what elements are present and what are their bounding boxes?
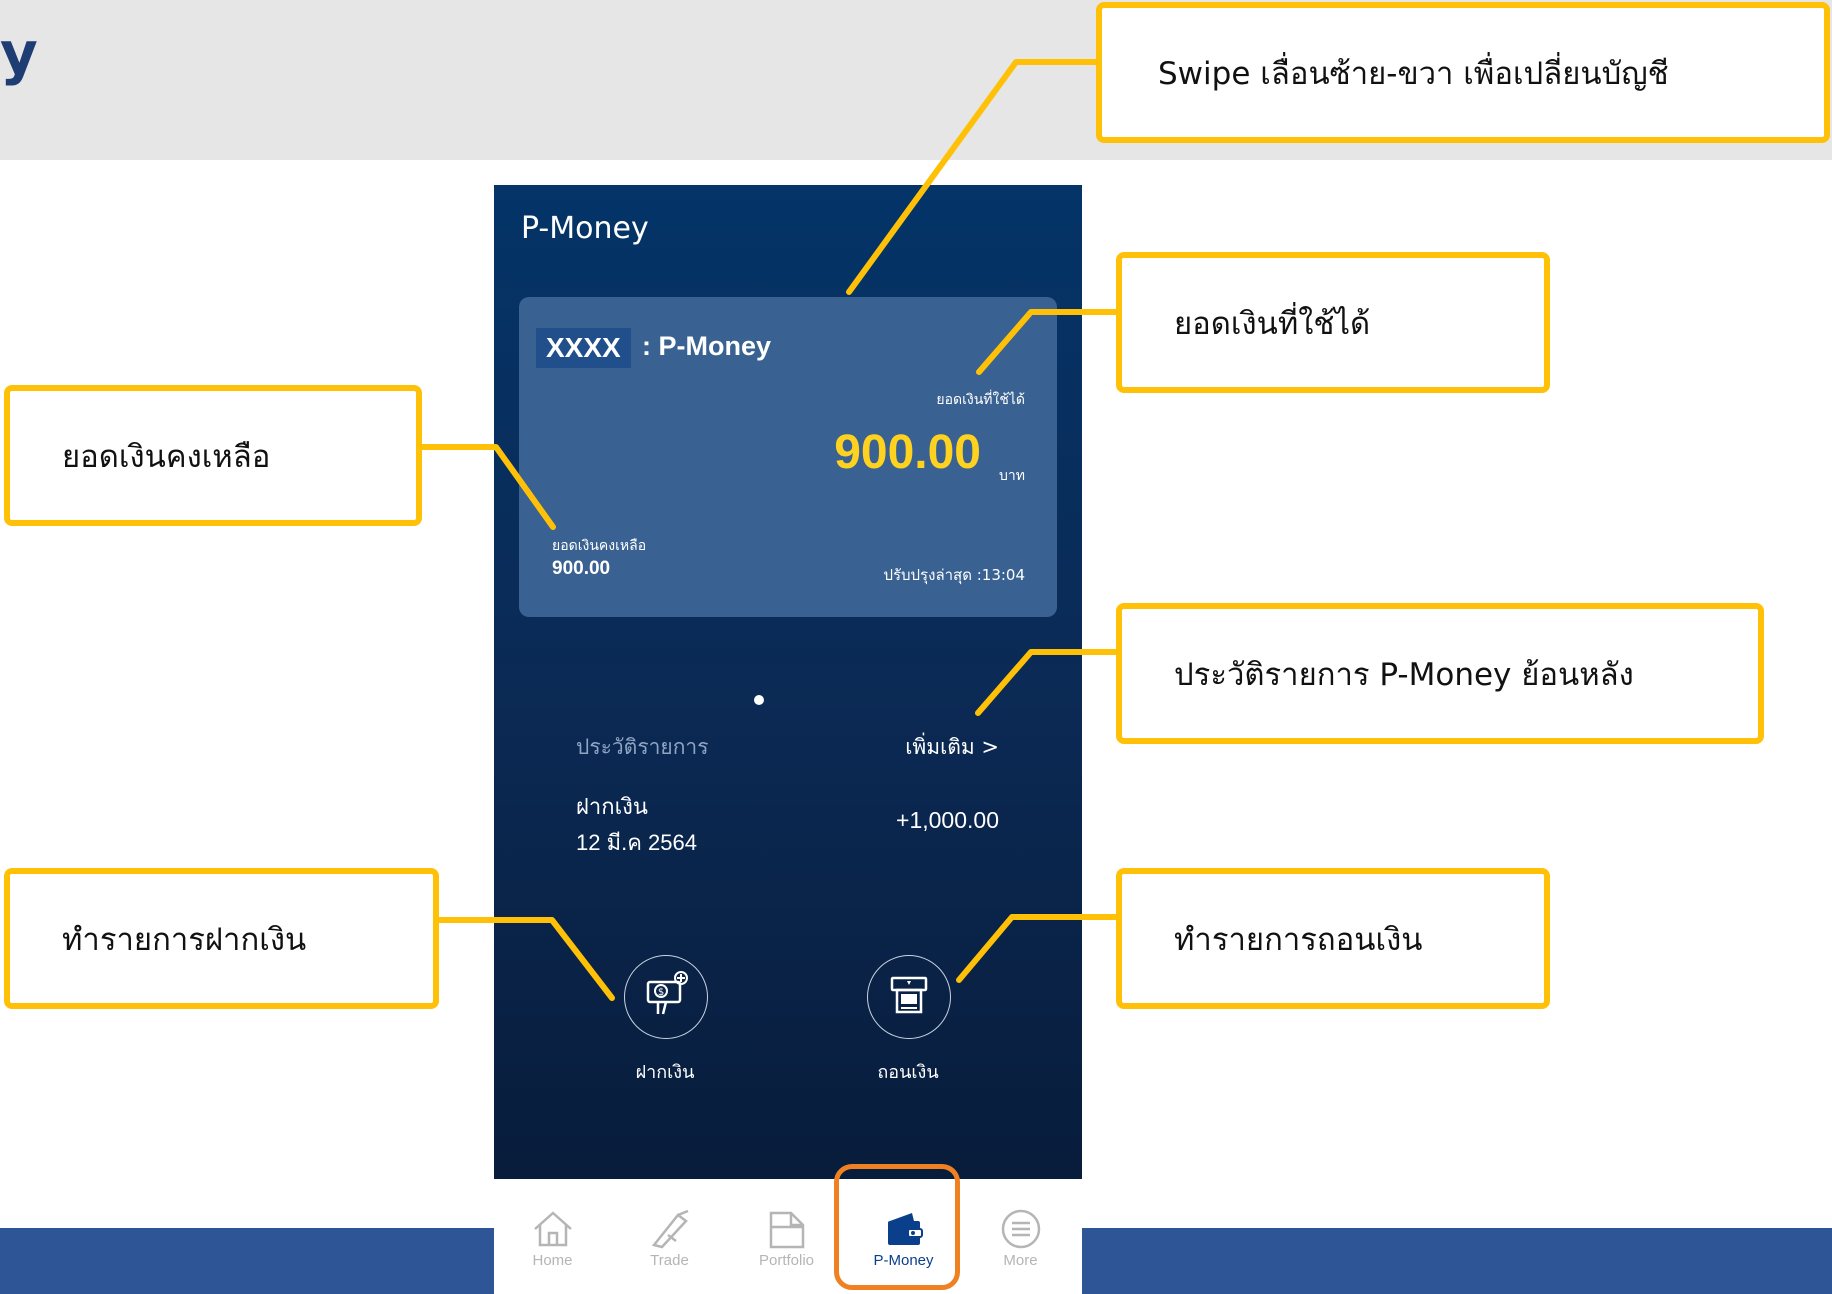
callout-history-text: ประวัติรายการ P-Money ย้อนหลัง (1174, 656, 1634, 693)
callout-swipe-text: Swipe เลื่อนซ้าย-ขวา เพื่อเปลี่ยนบัญชี (1158, 55, 1669, 92)
connector-balance (415, 444, 556, 530)
connector-available (976, 309, 1121, 375)
connector-history (975, 649, 1121, 716)
callout-remaining-balance: ยอดเงินคงเหลือ (4, 385, 422, 526)
connector-withdraw (956, 914, 1121, 983)
callout-available-text: ยอดเงินที่ใช้ได้ (1174, 305, 1371, 342)
callout-deposit: ทำรายการฝากเงิน (4, 868, 439, 1009)
callout-balance-text: ยอดเงินคงเหลือ (62, 438, 271, 475)
connector-swipe (846, 59, 1102, 295)
connector-deposit (429, 917, 615, 1001)
callout-swipe: Swipe เลื่อนซ้าย-ขวา เพื่อเปลี่ยนบัญชี (1096, 2, 1830, 143)
callout-history: ประวัติรายการ P-Money ย้อนหลัง (1116, 603, 1764, 744)
callout-deposit-text: ทำรายการฝากเงิน (62, 921, 307, 958)
callout-withdraw: ทำรายการถอนเงิน (1116, 868, 1550, 1009)
callout-withdraw-text: ทำรายการถอนเงิน (1174, 921, 1423, 958)
callout-available-balance: ยอดเงินที่ใช้ได้ (1116, 252, 1550, 393)
